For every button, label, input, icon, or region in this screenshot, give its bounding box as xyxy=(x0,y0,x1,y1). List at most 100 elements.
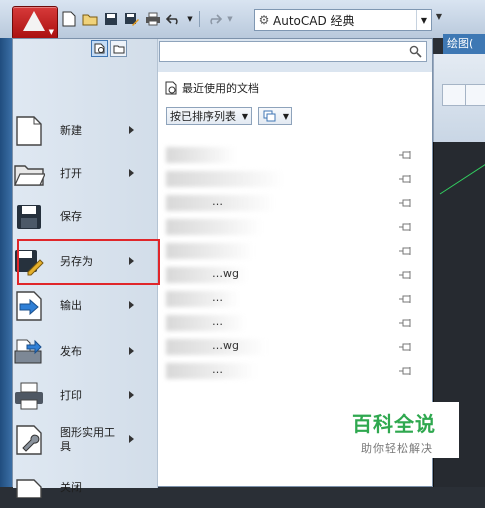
pin-icon[interactable] xyxy=(399,222,413,232)
submenu-arrow-icon xyxy=(129,169,134,177)
publish-icon xyxy=(10,334,48,370)
menu-item-label: 图形实用工具 xyxy=(60,426,115,453)
blurred-document-name xyxy=(166,363,256,379)
application-menu-button[interactable]: ▼ xyxy=(12,6,58,40)
menu-item-open[interactable]: 打开 xyxy=(4,154,140,194)
submenu-arrow-icon xyxy=(129,347,134,355)
pin-icon[interactable] xyxy=(399,366,413,376)
watermark: 百科全说 助你轻松解决 xyxy=(339,402,459,458)
sort-order-dropdown[interactable]: 按已排序列表 ▼ xyxy=(166,107,252,125)
recent-document-item[interactable]: … xyxy=(166,360,416,382)
menu-item-export[interactable]: 输出 xyxy=(4,286,140,326)
open-folder-icon xyxy=(10,156,48,192)
recent-documents-icon xyxy=(165,81,177,95)
menu-item-label: 输出 xyxy=(60,299,82,312)
menu-item-label: 发布 xyxy=(60,345,82,358)
chevron-down-icon: ▼ xyxy=(416,10,431,30)
recent-document-item[interactable] xyxy=(166,216,416,238)
menu-item-close[interactable]: 关闭 xyxy=(4,468,140,508)
quick-access-toolbar: ▼ ▼ xyxy=(60,8,234,30)
drawing-tab[interactable]: 绘图( xyxy=(443,34,485,54)
title-bar: ▼ ▼ ▼ ⚙ AutoCAD 经典 ▼ ▼ xyxy=(0,0,485,40)
menu-item-label: 关闭 xyxy=(60,481,82,494)
menu-item-new[interactable]: 新建 xyxy=(4,111,140,151)
menu-item-print[interactable]: 打印 xyxy=(4,376,140,416)
menu-item-drawing-utilities[interactable]: 图形实用工具 xyxy=(4,420,140,460)
blurred-document-name xyxy=(166,291,240,307)
save-disk-icon xyxy=(10,199,48,235)
gear-icon: ⚙ xyxy=(258,13,270,27)
app-menu-arrow-icon: ▼ xyxy=(48,28,54,36)
submenu-arrow-icon xyxy=(129,301,134,309)
ribbon-tool-icon[interactable] xyxy=(442,84,466,106)
blurred-document-name xyxy=(166,243,254,259)
pin-icon[interactable] xyxy=(399,342,413,352)
pin-icon[interactable] xyxy=(399,294,413,304)
menu-item-label: 打开 xyxy=(60,167,82,180)
pin-icon[interactable] xyxy=(399,150,413,160)
new-file-icon xyxy=(10,113,48,149)
save-as-icon[interactable] xyxy=(123,10,141,28)
pin-icon[interactable] xyxy=(399,246,413,256)
recent-document-item[interactable]: … xyxy=(166,288,416,310)
watermark-title: 百科全说 xyxy=(352,412,436,436)
display-mode-dropdown[interactable]: ▼ xyxy=(258,107,292,125)
view-toggle xyxy=(91,40,127,57)
search-input[interactable] xyxy=(159,41,427,62)
ribbon-strip xyxy=(433,54,485,142)
undo-icon[interactable] xyxy=(165,10,183,28)
recent-document-item[interactable]: …wg xyxy=(166,264,416,286)
menu-item-label: 打印 xyxy=(60,389,82,402)
recent-documents-title: 最近使用的文档 xyxy=(182,82,259,95)
menu-item-publish[interactable]: 发布 xyxy=(4,332,140,372)
document-name: … xyxy=(212,291,223,304)
watermark-subtitle: 助你轻松解决 xyxy=(361,442,433,455)
recent-document-item[interactable]: … xyxy=(166,312,416,334)
menu-item-label: 新建 xyxy=(60,124,82,137)
customize-toolbar-icon[interactable]: ▼ xyxy=(433,12,445,26)
pin-icon[interactable] xyxy=(399,198,413,208)
recent-documents-toggle-icon[interactable] xyxy=(91,40,108,57)
blurred-document-name xyxy=(166,147,236,163)
recent-document-item[interactable] xyxy=(166,240,416,262)
icon-view-icon xyxy=(263,110,276,122)
pin-icon[interactable] xyxy=(399,318,413,328)
blurred-document-name xyxy=(166,315,246,331)
open-documents-toggle-icon[interactable] xyxy=(110,40,127,57)
redo-dropdown-icon[interactable]: ▼ xyxy=(226,10,234,28)
submenu-arrow-icon xyxy=(129,435,134,443)
export-icon xyxy=(10,288,48,324)
print-icon xyxy=(10,378,48,414)
recent-document-item[interactable]: … xyxy=(166,192,416,214)
autocad-logo-icon xyxy=(23,11,45,31)
blurred-document-name xyxy=(166,171,284,187)
close-icon xyxy=(10,470,48,506)
toolbar-separator xyxy=(199,11,200,27)
pin-icon[interactable] xyxy=(399,270,413,280)
print-icon[interactable] xyxy=(144,10,162,28)
document-name: … xyxy=(212,195,223,208)
undo-dropdown-icon[interactable]: ▼ xyxy=(186,10,194,28)
recent-document-item[interactable] xyxy=(166,144,416,166)
recent-document-item[interactable]: …wg xyxy=(166,336,416,358)
document-name: …wg xyxy=(212,267,239,280)
sort-order-label: 按已排序列表 xyxy=(170,110,236,123)
recent-document-item[interactable] xyxy=(166,168,416,190)
blurred-document-name xyxy=(166,219,262,235)
highlight-box xyxy=(17,239,160,285)
ribbon-tool-icon[interactable] xyxy=(465,84,485,106)
chevron-down-icon: ▼ xyxy=(282,111,290,121)
recent-documents-header: 最近使用的文档 xyxy=(165,80,259,96)
document-name: …wg xyxy=(212,339,239,352)
submenu-arrow-icon xyxy=(129,126,134,134)
redo-icon[interactable] xyxy=(205,10,223,28)
workspace-switcher[interactable]: ⚙ AutoCAD 经典 ▼ xyxy=(254,9,432,31)
pin-icon[interactable] xyxy=(399,174,413,184)
new-icon[interactable] xyxy=(60,10,78,28)
drawing-utilities-icon xyxy=(10,422,48,458)
search-icon xyxy=(409,45,422,58)
document-name: … xyxy=(212,363,223,376)
open-icon[interactable] xyxy=(81,10,99,28)
save-icon[interactable] xyxy=(102,10,120,28)
menu-item-save[interactable]: 保存 xyxy=(4,197,140,237)
